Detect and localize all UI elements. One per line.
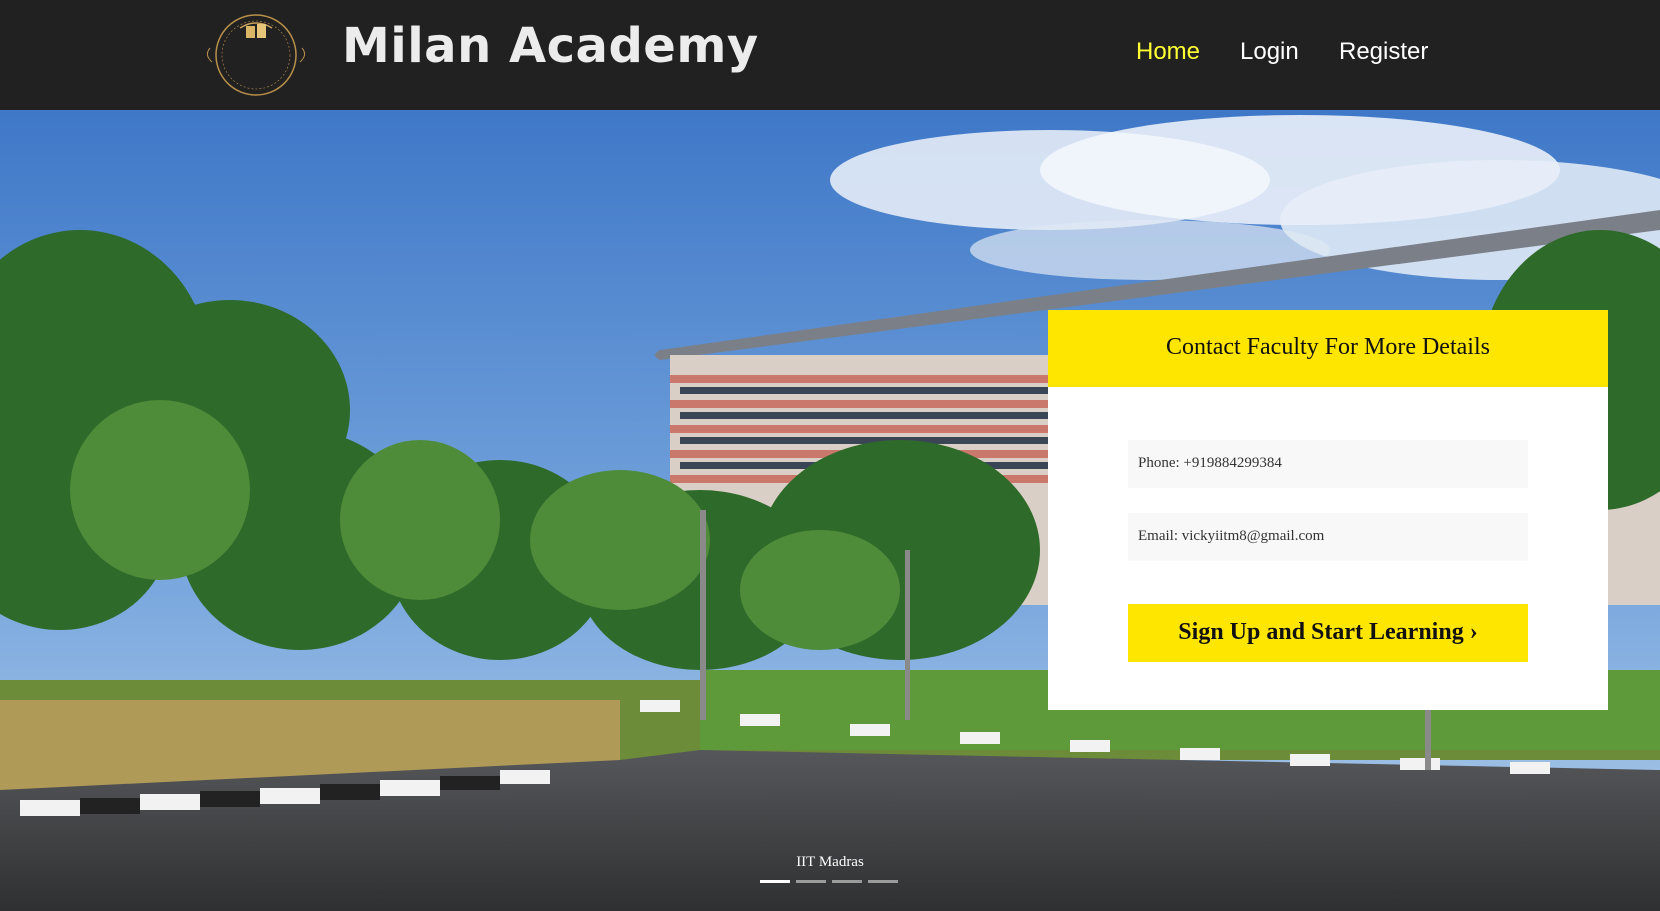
slide-caption: IIT Madras — [796, 854, 864, 870]
site-header: Milan Academy Home Login Register — [0, 0, 1660, 110]
signup-button[interactable]: Sign Up and Start Learning › — [1128, 604, 1528, 662]
nav-register-link[interactable]: Register — [1339, 38, 1428, 66]
carousel-indicator[interactable] — [760, 880, 790, 883]
carousel-indicator[interactable] — [868, 880, 898, 883]
contact-card: Contact Faculty For More Details Phone: … — [1048, 310, 1608, 710]
phone-field[interactable]: Phone: +919884299384 — [1128, 440, 1528, 488]
contact-card-header: Contact Faculty For More Details — [1048, 310, 1608, 387]
contact-card-title: Contact Faculty For More Details — [1166, 334, 1490, 360]
brand-title[interactable]: Milan Academy — [342, 18, 759, 74]
email-text: Email: vickyiitm8@gmail.com — [1138, 528, 1325, 544]
nav-home-link[interactable]: Home — [1136, 38, 1200, 66]
academy-logo[interactable] — [200, 10, 312, 100]
carousel-indicator[interactable] — [832, 880, 862, 883]
carousel-indicator[interactable] — [796, 880, 826, 883]
phone-text: Phone: +919884299384 — [1138, 455, 1282, 471]
carousel-indicators — [760, 880, 898, 883]
nav-login-link[interactable]: Login — [1240, 38, 1299, 66]
email-field[interactable]: Email: vickyiitm8@gmail.com — [1128, 513, 1528, 561]
signup-button-label: Sign Up and Start Learning › — [1178, 619, 1478, 645]
